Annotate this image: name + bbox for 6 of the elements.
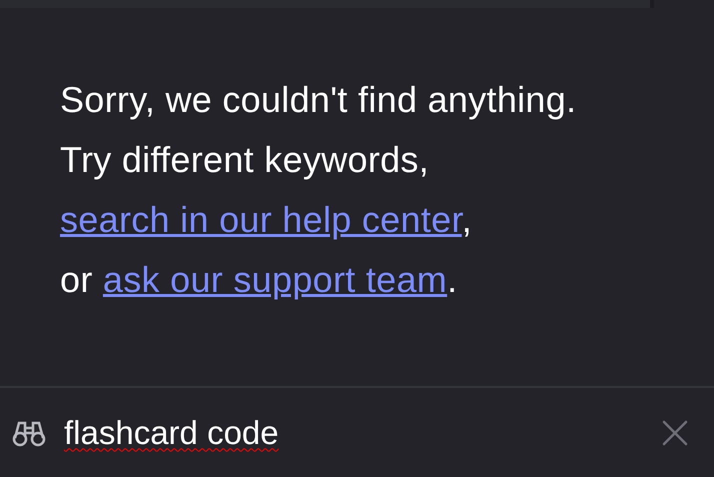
support-link[interactable]: ask our support team [102, 259, 448, 300]
search-field[interactable]: flashcard code [64, 410, 660, 454]
close-icon [662, 420, 688, 446]
clear-search-button[interactable] [660, 418, 690, 448]
no-results-message: Sorry, we couldn't find anything. Try different keywords, search in our help center, or ask our support team. [60, 78, 578, 302]
help-link[interactable]: search in our help center [60, 199, 462, 240]
